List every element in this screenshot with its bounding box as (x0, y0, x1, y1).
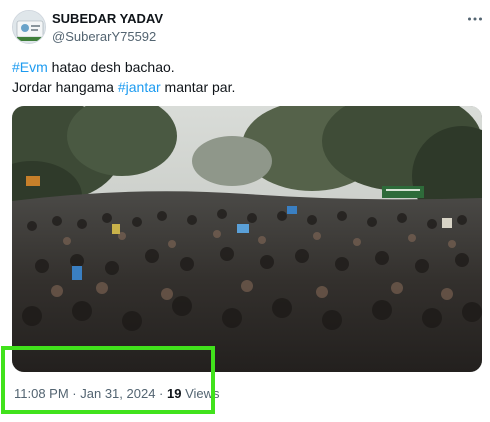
author-handle[interactable]: @SuberarY75592 (52, 29, 156, 44)
tweet-text: #Evm hatao desh bachao. Jordar hangama #… (12, 57, 482, 97)
tweet-text-segment: mantar par. (160, 79, 236, 95)
views-label: Views (181, 386, 220, 401)
tweet-text-segment: hatao desh bachao. (47, 59, 175, 75)
more-options-button[interactable] (466, 10, 484, 28)
tweet-text-segment: Jordar hangama (12, 79, 118, 95)
tweet-video[interactable] (12, 106, 482, 372)
meta-separator: · (68, 386, 81, 401)
ellipsis-icon (468, 17, 482, 21)
profile-avatar[interactable] (12, 10, 46, 44)
crowd-video-frame (12, 106, 482, 372)
tweet-meta: 11:08 PM · Jan 31, 2024 · 19 Views (14, 386, 220, 401)
tweet-timestamp-link[interactable]: 11:08 PM · Jan 31, 2024 (14, 386, 155, 401)
meta-separator: · (155, 386, 167, 401)
tweet-text-line-2: Jordar hangama #jantar mantar par. (12, 77, 482, 97)
avatar-image (13, 11, 45, 43)
views-count: 19 (167, 386, 182, 401)
tweet-date: Jan 31, 2024 (80, 386, 156, 401)
author-display-name[interactable]: SUBEDAR YADAV (52, 11, 163, 26)
hashtag-jantar[interactable]: #jantar (118, 79, 161, 95)
tweet-text-line-1: #Evm hatao desh bachao. (12, 57, 482, 77)
tweet-time: 11:08 PM (14, 386, 69, 401)
hashtag-evm[interactable]: #Evm (12, 59, 48, 75)
tweet-card: SUBEDAR YADAV @SuberarY75592 #Evm hatao … (0, 0, 490, 422)
